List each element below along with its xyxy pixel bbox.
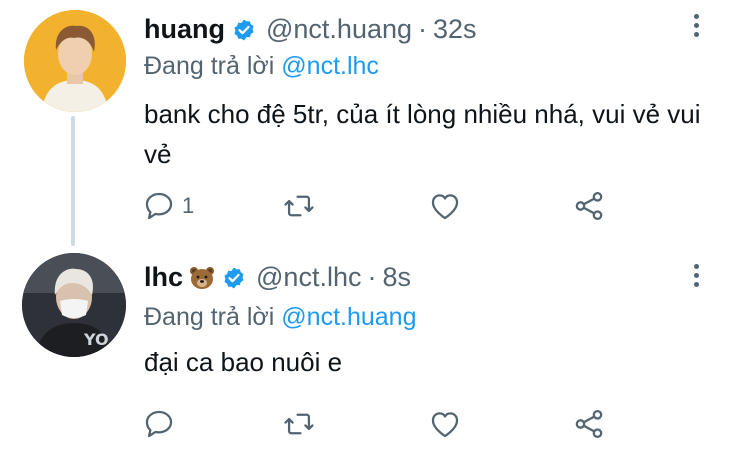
more-vertical-icon[interactable]	[688, 264, 704, 287]
tweet-actions	[0, 404, 750, 444]
reply-button[interactable]: 1	[142, 186, 194, 226]
display-name[interactable]: lhc	[144, 262, 183, 293]
like-button[interactable]	[428, 404, 462, 444]
avatar[interactable]	[24, 10, 126, 112]
user-handle[interactable]: @nct.huang	[266, 14, 412, 45]
profile-photo-icon	[24, 10, 126, 112]
reply-icon	[145, 192, 173, 220]
tweet-1[interactable]: huang @nct.huang · 32s Đang trả lời @nct…	[0, 0, 750, 246]
replying-to-label: Đang trả lời	[144, 303, 275, 331]
retweet-icon	[284, 195, 314, 217]
display-name[interactable]: huang	[144, 14, 225, 45]
mention-link[interactable]: @nct.huang	[281, 303, 416, 331]
separator-dot: ·	[367, 262, 377, 292]
separator-dot: ·	[418, 14, 428, 44]
replying-to-label: Đang trả lời	[144, 52, 275, 80]
share-button[interactable]	[572, 404, 606, 444]
reply-count: 1	[182, 193, 195, 218]
user-handle[interactable]: @nct.lhc	[256, 262, 361, 293]
retweet-button[interactable]	[282, 186, 316, 226]
tweet-actions: 1	[0, 186, 750, 226]
like-button[interactable]	[428, 186, 462, 226]
bear-emoji-icon	[189, 266, 215, 290]
mention-link[interactable]: @nct.lhc	[281, 52, 379, 80]
share-icon	[575, 409, 603, 439]
reply-button[interactable]	[142, 404, 182, 444]
tweet-header: huang @nct.huang · 32s	[144, 14, 477, 45]
avatar[interactable]: YO	[22, 253, 126, 357]
share-button[interactable]	[572, 186, 606, 226]
heart-icon	[431, 194, 459, 220]
replying-to: Đang trả lời @nct.lhc	[144, 52, 379, 81]
heart-icon	[431, 412, 459, 438]
svg-text:YO: YO	[83, 330, 109, 349]
timestamp[interactable]: 8s	[382, 262, 411, 293]
thread-line	[71, 116, 75, 246]
profile-photo-icon: YO	[22, 253, 126, 357]
verified-badge-icon	[222, 266, 246, 290]
verified-badge-icon	[232, 18, 256, 42]
tweet-text: bank cho đệ 5tr, của ít lòng nhiều nhá, …	[144, 99, 701, 169]
share-icon	[575, 191, 603, 221]
tweet-header: lhc @nct.lhc · 8s	[144, 262, 411, 293]
replying-to: Đang trả lời @nct.huang	[144, 303, 417, 332]
tweet-text: đại ca bao nuôi e	[144, 347, 343, 377]
retweet-button[interactable]	[282, 404, 316, 444]
retweet-icon	[284, 413, 314, 435]
more-vertical-icon[interactable]	[688, 14, 704, 37]
timestamp[interactable]: 32s	[433, 14, 477, 45]
reply-icon	[145, 410, 173, 438]
